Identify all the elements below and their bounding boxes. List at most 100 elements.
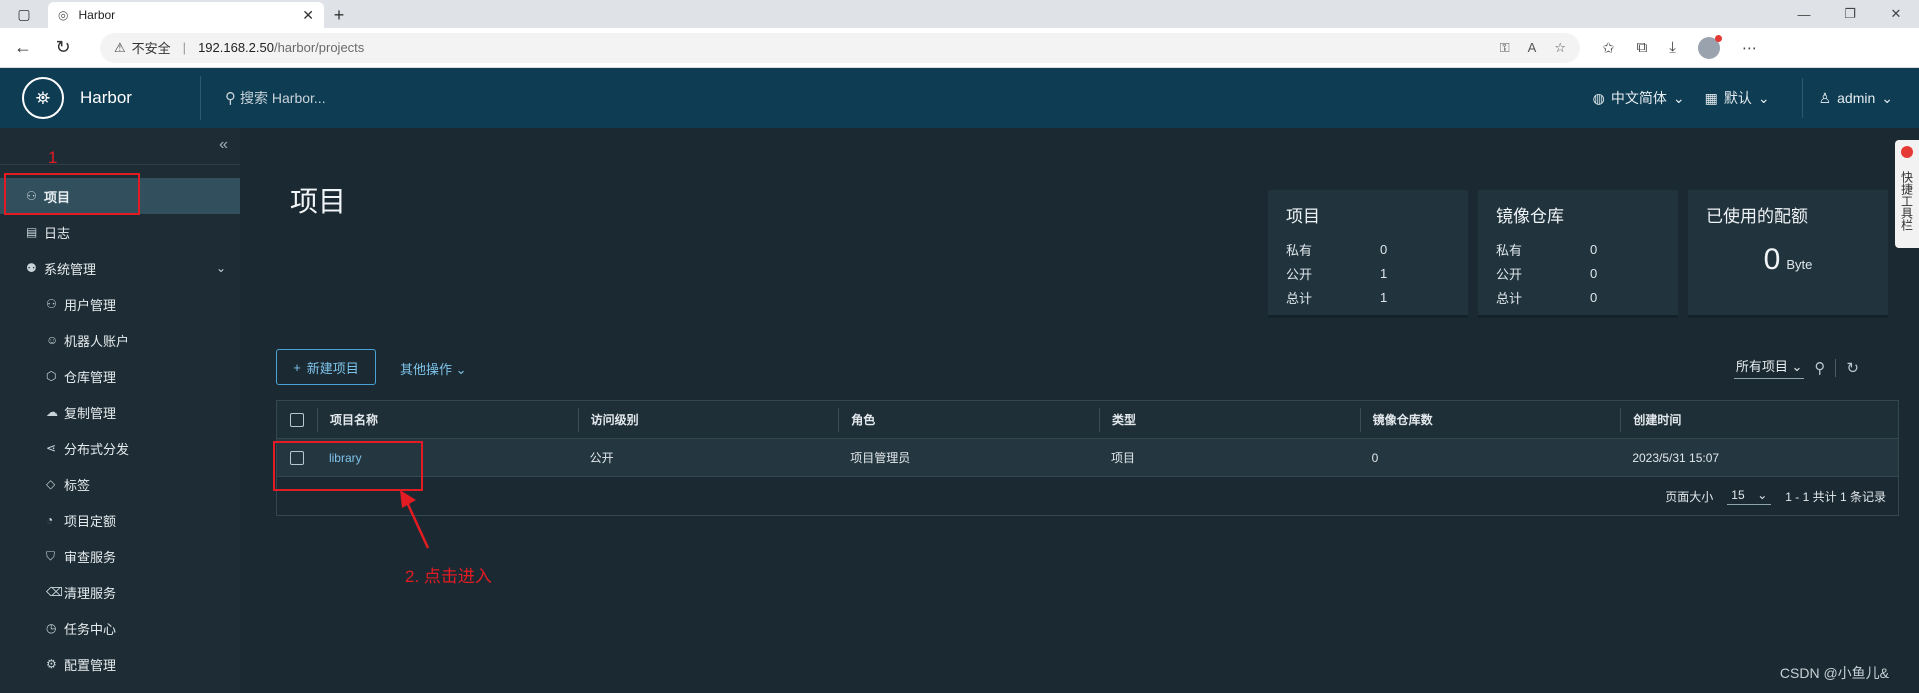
sidebar-item-label: 复制管理	[64, 405, 117, 421]
chevron-down-icon: ⌄	[1672, 89, 1685, 106]
plus-icon: +	[293, 359, 301, 375]
chevron-down-icon: ⌄	[215, 261, 226, 275]
project-filter-select[interactable]: 所有项目 ⌄	[1733, 356, 1805, 379]
column-header[interactable]: 类型	[1098, 407, 1360, 432]
sidebar-item-label: 任务中心	[64, 621, 117, 637]
sidebar-item-cleanup[interactable]: ⌫ 清理服务	[0, 574, 240, 610]
refresh-icon[interactable]: ↻	[46, 31, 80, 65]
read-aloud-icon[interactable]: A	[1528, 40, 1537, 56]
sidebar-item-label: 清理服务	[64, 585, 117, 601]
sidebar-item-labels[interactable]: ◇ 标签	[0, 466, 240, 502]
column-header[interactable]: 项目名称	[316, 407, 578, 432]
page-size-select[interactable]: 15 ⌄	[1727, 488, 1772, 505]
url-host: 192.168.2.50	[198, 40, 274, 55]
admin-icon: ⚉	[26, 261, 37, 275]
column-header[interactable]: 创建时间	[1620, 407, 1898, 432]
language-label: 中文简体	[1610, 90, 1667, 106]
sidebar-item-quotas[interactable]: ◔ 项目定额	[0, 502, 240, 538]
refresh-icon[interactable]: ↻	[1846, 359, 1859, 377]
access-level: 公开	[589, 451, 614, 465]
column-header[interactable]: 角色	[838, 407, 1099, 432]
new-project-button[interactable]: + 新建项目	[276, 349, 376, 385]
sidebar-menu: ⚇ 项目 ▤ 日志 ⚉ 系统管理 ⌄ ⚇ 用户管理 ☺ 机器人账户 ⬡ 仓库管理…	[0, 178, 240, 682]
favorite-add-icon[interactable]: ☆	[1554, 40, 1566, 56]
project-summary-card: 项目 私有 0 公开 1 总计 1	[1268, 190, 1468, 318]
repo-count: 0	[1371, 450, 1379, 465]
theme-label: 默认	[1723, 90, 1752, 106]
filter-divider	[1835, 358, 1837, 377]
robot-icon: ☺	[46, 333, 59, 347]
sidebar-item-robots[interactable]: ☺ 机器人账户	[0, 322, 240, 358]
globe-icon: ◍	[1592, 89, 1605, 106]
window-menu-icon[interactable]: ▢	[0, 0, 48, 28]
user-menu[interactable]: ♙ admin ⌄	[1819, 90, 1893, 107]
select-all-checkbox[interactable]	[277, 408, 317, 432]
url-field[interactable]: ⚠ 不安全 | 192.168.2.50 /harbor/projects ⚿ …	[100, 32, 1580, 63]
browser-tab[interactable]: ◎ Harbor ✕	[48, 2, 324, 28]
close-icon[interactable]: ✕	[302, 7, 314, 24]
role: 项目管理员	[850, 451, 911, 465]
collapse-sidebar-icon[interactable]: «	[219, 136, 228, 154]
card-title: 镜像仓库	[1496, 207, 1564, 226]
distribution-icon: ⋖	[46, 441, 57, 455]
warning-icon: ⚠	[114, 39, 126, 55]
card-row-total: 总计 0	[1496, 289, 1598, 306]
column-header[interactable]: 镜像仓库数	[1359, 407, 1621, 432]
key-icon[interactable]: ⚿	[1500, 40, 1510, 56]
notification-dot-icon	[1901, 146, 1913, 158]
globe-icon: ◎	[58, 8, 69, 22]
harbor-logo-icon[interactable]: ⛯	[22, 77, 64, 119]
theme-dropdown[interactable]: ▦ 默认 ⌄	[1705, 88, 1770, 108]
watermark: CSDN @小鱼儿&	[1779, 665, 1889, 681]
sidebar-item-config[interactable]: ⚙ 配置管理	[0, 646, 240, 682]
gear-icon: ⚙	[46, 657, 57, 671]
more-actions-dropdown[interactable]: 其他操作 ⌄	[400, 359, 467, 378]
search-icon: ⚲	[225, 90, 236, 107]
sidebar-item-users[interactable]: ⚇ 用户管理	[0, 286, 240, 322]
sidebar-item-logs[interactable]: ▤ 日志	[0, 214, 240, 250]
brand-name[interactable]: Harbor	[80, 88, 190, 108]
more-icon[interactable]: ⋯	[1742, 39, 1757, 57]
quick-tools-tab[interactable]: 快捷工具栏	[1895, 140, 1919, 248]
tasks-icon: ◷	[46, 621, 57, 635]
sidebar-item-label: 项目定额	[64, 513, 117, 529]
chevron-down-icon: ⌄	[455, 362, 467, 377]
sidebar-item-label: 机器人账户	[64, 333, 130, 349]
sidebar-item-label: 系统管理	[44, 261, 97, 277]
sidebar-item-distribution[interactable]: ⋖ 分布式分发	[0, 430, 240, 466]
download-icon[interactable]: ⤓	[1669, 39, 1676, 56]
chevron-down-icon: ⌄	[1757, 89, 1770, 106]
close-window-icon[interactable]: ✕	[1873, 0, 1919, 28]
browser-toolbar: ✩ ⧉ ⤓ ⋯	[1602, 34, 1757, 59]
browser-tab-bar: ▢ ◎ Harbor ✕ + — ❐ ✕	[0, 0, 1919, 28]
shield-icon: ⛉	[46, 548, 56, 563]
back-icon[interactable]: ←	[6, 31, 40, 65]
quota-icon: ◔	[46, 513, 54, 527]
card-row-private: 私有 0	[1286, 241, 1388, 258]
sidebar-item-label: 日志	[44, 225, 71, 241]
collections-icon[interactable]: ⧉	[1637, 39, 1648, 56]
column-header[interactable]: 访问级别	[577, 407, 839, 432]
log-icon: ▤	[26, 225, 38, 239]
favorites-icon[interactable]: ✩	[1602, 39, 1615, 57]
search-input[interactable]: 搜索 Harbor...	[240, 88, 326, 108]
sidebar-item-jobs[interactable]: ◷ 任务中心	[0, 610, 240, 646]
sidebar-item-replication[interactable]: ☁ 复制管理	[0, 394, 240, 430]
search-icon[interactable]: ⚲	[1814, 359, 1825, 377]
profile-avatar[interactable]	[1697, 34, 1722, 59]
sidebar-item-admin[interactable]: ⚉ 系统管理 ⌄	[0, 250, 240, 286]
sidebar-item-registries[interactable]: ⬡ 仓库管理	[0, 358, 240, 394]
sidebar-item-label: 仓库管理	[64, 369, 117, 385]
window-controls: — ❐ ✕	[1781, 0, 1919, 28]
maximize-icon[interactable]: ❐	[1827, 0, 1873, 28]
tag-icon: ◇	[46, 477, 56, 491]
minimize-icon[interactable]: —	[1781, 0, 1827, 28]
sidebar-item-interrogation[interactable]: ⛉ 审查服务	[0, 538, 240, 574]
new-tab-button[interactable]: +	[324, 2, 354, 28]
project-filter: 所有项目 ⌄ ⚲ ↻	[1733, 356, 1859, 379]
quota-summary-card: 已使用的配额 0 Byte	[1688, 190, 1888, 318]
calendar-icon: ▦	[1704, 89, 1718, 106]
language-dropdown[interactable]: ◍ 中文简体 ⌄	[1593, 88, 1685, 108]
global-search[interactable]: ⚲ 搜索 Harbor...	[225, 88, 326, 108]
pagination-range: 1 - 1 共计 1 条记录	[1785, 489, 1886, 504]
